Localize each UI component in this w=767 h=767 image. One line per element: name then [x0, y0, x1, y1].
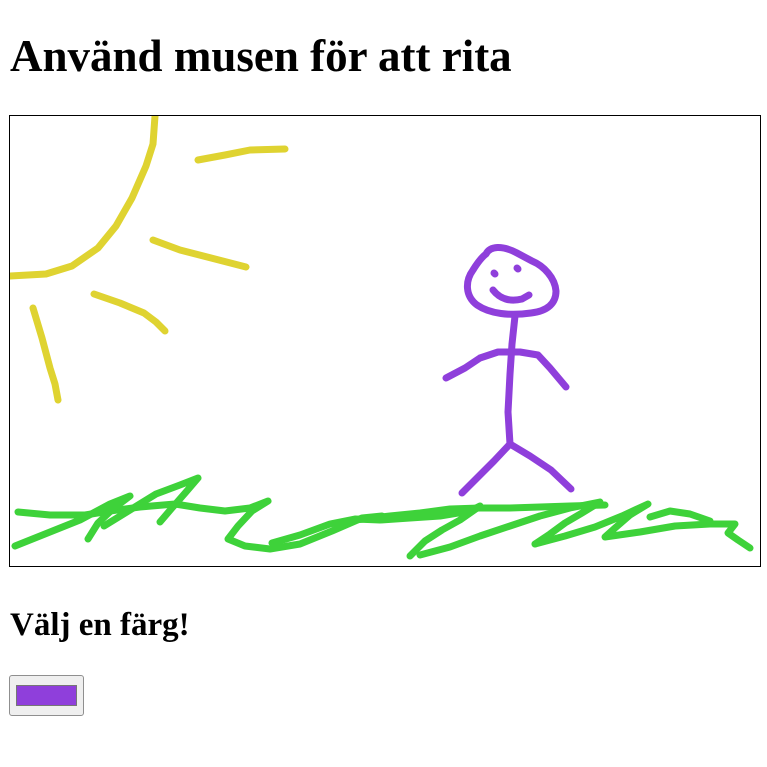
sun-ray-stroke: [29, 304, 62, 404]
figure-head-stroke: [464, 244, 560, 318]
figure-body-stroke: [504, 312, 519, 448]
sun-ray-stroke: [194, 145, 289, 164]
color-picker-button[interactable]: [9, 675, 84, 716]
figure-leg-stroke: [458, 440, 514, 497]
sun-arc-stroke: [10, 116, 159, 280]
grass-stroke: [646, 507, 714, 525]
figure-leg-stroke: [506, 440, 575, 493]
figure-mouth-stroke: [489, 286, 533, 304]
figure-eye-stroke: [513, 264, 522, 273]
page-title: Använd musen för att rita: [10, 31, 512, 81]
figure-eye-stroke: [490, 269, 499, 278]
figure-arm-stroke: [442, 348, 570, 391]
sun-ray-stroke: [149, 236, 250, 271]
drawing-canvas[interactable]: [9, 115, 761, 567]
sun-ray-stroke: [90, 290, 169, 335]
color-prompt-heading: Välj en färg!: [10, 607, 190, 643]
selected-color-swatch: [16, 685, 77, 706]
drawing-surface[interactable]: [10, 116, 760, 566]
